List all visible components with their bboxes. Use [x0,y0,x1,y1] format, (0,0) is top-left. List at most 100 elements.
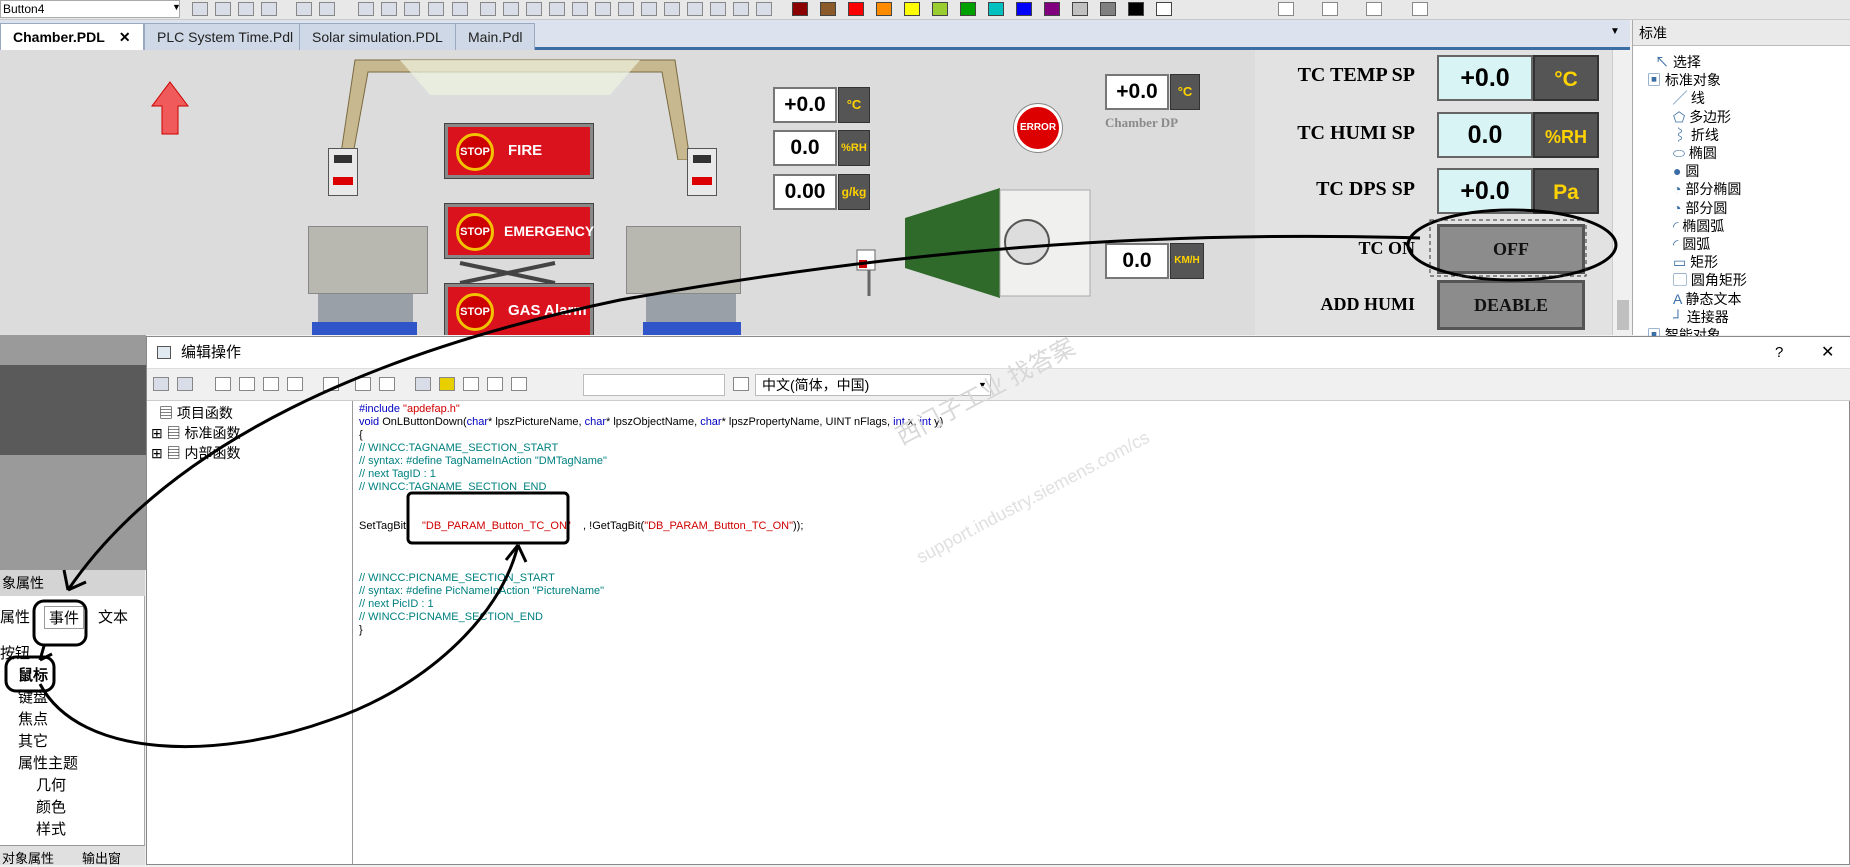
tree-property-topics[interactable]: 属性主题 [18,752,78,773]
palette-item[interactable]: ◜ 圆弧 [1673,234,1710,254]
search-input[interactable] [583,374,725,396]
edit-icon[interactable] [319,2,335,16]
distribute-11-icon[interactable] [710,2,726,16]
tab-plc-system-time[interactable]: PLC System Time.Pdl [144,23,307,50]
fill-color-icon[interactable] [1322,2,1338,16]
tab-object-properties[interactable]: 对象属性 [2,848,54,867]
tab-output-window[interactable]: 输出窗 [82,848,142,867]
close-button[interactable]: ✕ [1821,337,1834,369]
color-swatch[interactable] [1156,2,1172,16]
chevron-down-icon[interactable]: ▼ [172,2,181,12]
distribute-3-icon[interactable] [526,2,542,16]
color-swatch[interactable] [988,2,1004,16]
tab-main[interactable]: Main.Pdl [455,23,536,50]
tab-solar-simulation[interactable]: Solar simulation.PDL [299,23,456,50]
cut-icon[interactable] [215,377,231,391]
tree-geometry[interactable]: 几何 [36,774,66,795]
palette-item[interactable]: ┘ 连接器 [1673,307,1729,327]
palette-item[interactable]: ◔ 部分椭圆 [1673,179,1741,199]
tc-on-button[interactable]: OFF [1437,224,1585,274]
tree-other[interactable]: 其它 [18,730,48,751]
expand-icon[interactable]: ⊞ [151,445,167,461]
eyedropper-icon[interactable] [1412,2,1428,16]
palette-item[interactable]: ▣ 标准对象 [1647,70,1721,90]
distribute-7-icon[interactable] [618,2,634,16]
color-swatch[interactable] [932,2,948,16]
palette-item[interactable]: ▢ 圆角矩形 [1673,270,1747,290]
color-swatch[interactable] [1016,2,1032,16]
add-humi-button[interactable]: DEABLE [1437,280,1585,330]
palette-item[interactable]: ◜ 椭圆弧 [1673,216,1724,236]
object-icon[interactable] [439,377,455,391]
tc-temp-sp-value[interactable]: +0.0 [1437,55,1533,101]
tc-humi-sp-value[interactable]: 0.0 [1437,112,1533,158]
object-name-combo[interactable]: Button4 [0,0,180,18]
function-icon[interactable] [463,377,479,391]
tree-button[interactable]: 按钮 [0,642,30,663]
distribute-12-icon[interactable] [733,2,749,16]
palette-item[interactable]: A 静态文本 [1673,289,1741,309]
close-icon[interactable]: ✕ [119,29,131,45]
color-swatch[interactable] [848,2,864,16]
distribute-9-icon[interactable] [664,2,680,16]
tree-colors[interactable]: 颜色 [36,796,66,817]
delete-icon[interactable] [323,377,339,391]
tree-project-functions[interactable]: ▤ 项目函数 [159,403,233,423]
distribute-icon[interactable] [480,2,496,16]
paste-icon[interactable] [263,377,279,391]
canvas-scrollbar[interactable] [1612,50,1632,335]
copy-icon[interactable] [239,377,255,391]
tc-dps-sp-value[interactable]: +0.0 [1437,168,1533,214]
save-icon[interactable] [153,377,169,391]
tree-mouse[interactable]: 鼠标 [18,664,48,685]
palette-item[interactable]: ● 圆 [1673,161,1699,181]
tree-focus[interactable]: 焦点 [18,708,48,729]
tab-properties[interactable]: 属性 [0,606,30,627]
case-icon[interactable] [379,377,395,391]
distribute-5-icon[interactable] [572,2,588,16]
emergency-stop-button[interactable]: STOP EMERGENCY [444,203,594,259]
palette-item[interactable]: ◔ 部分圆 [1673,198,1727,218]
tree-internal-functions[interactable]: ⊞ ▤ 内部函数 [151,443,241,463]
color-swatch[interactable] [960,2,976,16]
color-swatch[interactable] [1072,2,1088,16]
tag-icon[interactable] [415,377,431,391]
tab-text[interactable]: 文本 [98,606,128,627]
help-button[interactable]: ? [1775,337,1783,369]
distribute-8-icon[interactable] [641,2,657,16]
tree-standard-functions[interactable]: ⊞ ▤ 标准函数 [151,423,241,443]
wand-icon[interactable] [296,2,312,16]
palette-item[interactable]: ⬠ 多边形 [1673,107,1731,127]
align-center-icon[interactable] [215,2,231,16]
align-right-icon[interactable] [238,2,254,16]
palette-item[interactable]: ╱ 线 [1673,88,1705,108]
distribute-13-icon[interactable] [756,2,772,16]
tree-styles[interactable]: 样式 [36,818,66,839]
font-color-icon[interactable] [1366,2,1382,16]
undo-icon[interactable] [355,377,371,391]
palette-item[interactable]: ⌇ 折线 [1673,125,1719,145]
distribute-6-icon[interactable] [595,2,611,16]
align-left-icon[interactable] [192,2,208,16]
expand-icon[interactable]: ⊞ [151,425,167,441]
distribute-10-icon[interactable] [687,2,703,16]
replace-icon[interactable] [287,377,303,391]
compile-icon[interactable] [177,377,193,391]
color-swatch[interactable] [904,2,920,16]
tab-events[interactable]: 事件 [44,606,85,629]
align-top-icon[interactable] [261,2,277,16]
tree-keyboard[interactable]: 键盘 [18,686,48,707]
distribute-2-icon[interactable] [503,2,519,16]
layer-2-icon[interactable] [381,2,397,16]
layer-4-icon[interactable] [428,2,444,16]
color-swatch[interactable] [792,2,808,16]
fire-stop-button[interactable]: STOP FIRE [444,123,594,179]
palette-item[interactable]: ▭ 矩形 [1673,252,1718,272]
color-swatch[interactable] [1044,2,1060,16]
import-icon[interactable] [487,377,503,391]
color-swatch[interactable] [876,2,892,16]
export-icon[interactable] [511,377,527,391]
code-editor[interactable]: #include "apdefap.h" void OnLButtonDown(… [355,334,1849,864]
layer-5-icon[interactable] [452,2,468,16]
layer-3-icon[interactable] [404,2,420,16]
